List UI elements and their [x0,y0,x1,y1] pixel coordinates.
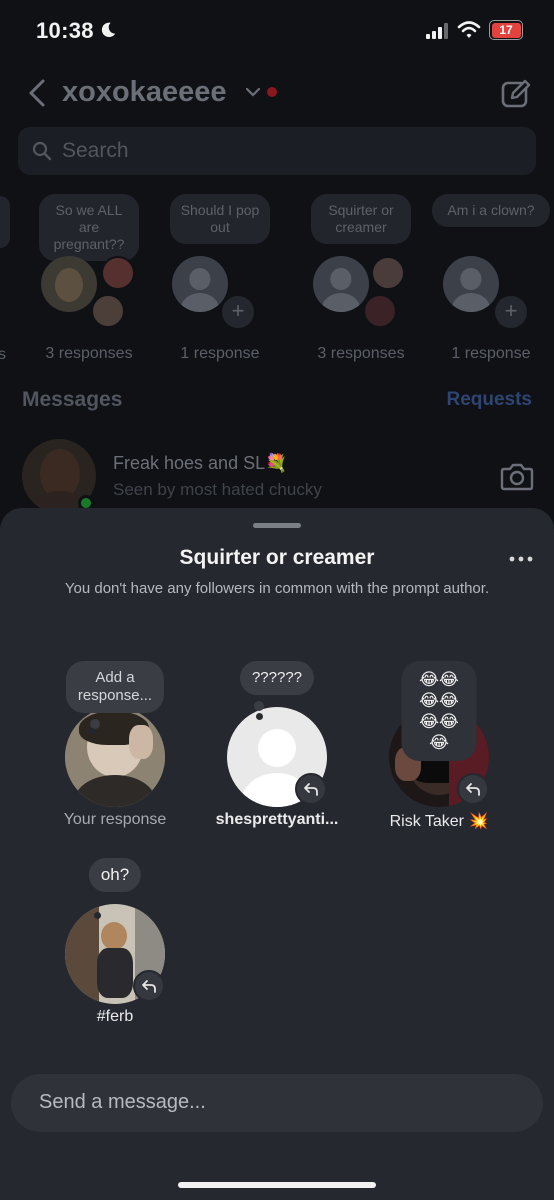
reply-icon [466,783,480,796]
add-response-icon[interactable]: + [220,294,256,330]
messages-heading: Messages [22,388,123,411]
chat-row[interactable]: Freak hoes and SL💐 Seen by most hated ch… [0,435,554,515]
response-thumb [101,256,135,290]
search-bar[interactable]: Search [18,127,536,175]
prompt-card[interactable]: Should I pop out + 1 response [150,194,290,369]
compose-icon[interactable] [500,78,532,110]
add-response-icon[interactable]: + [493,294,529,330]
reply-badge[interactable] [133,970,165,1002]
prompt-response-count: 3 responses [317,345,405,362]
response-item[interactable]: 😂😂😂😂 😂😂😂 Risk Taker 💥 [364,661,514,841]
chat-subtitle: Seen by most hated chucky [113,480,322,499]
chat-title: Freak hoes and SL💐 [113,453,288,473]
response-item[interactable]: ?????? shesprettyanti... [202,661,352,841]
add-response-bubble[interactable]: Add a response... [65,661,165,713]
bubble-tail [254,701,264,711]
battery-icon: 17 [489,20,523,40]
signal-icon [426,23,448,39]
status-bar: 10:38 17 [0,0,554,62]
bubble-tail-dot [94,912,101,919]
response-avatar [41,256,97,312]
your-response[interactable]: Add a response... Your response [40,661,190,841]
response-thumb [91,294,125,328]
bubble-tail-dot [89,728,96,735]
message-input[interactable]: Send a message... [39,1091,206,1114]
your-avatar [65,707,165,807]
response-name: #ferb [96,1008,134,1025]
response-name: shesprettyanti... [215,811,339,828]
wifi-icon [457,21,481,38]
moon-icon [101,22,116,38]
status-time: 10:38 [36,18,94,43]
reply-icon [304,783,318,796]
response-name: Risk Taker 💥 [389,813,489,830]
send-message-bar[interactable]: Send a message... [11,1074,543,1132]
prompt-card[interactable]: So we ALL are pregnant?? 3 responses [19,194,159,369]
response-thumb [371,256,405,290]
chevron-down-icon[interactable] [245,86,261,98]
prompt-response-count: 1 response [451,345,531,362]
prompt-card[interactable]: Am i a clown? + 1 response [421,194,554,369]
prompt-card[interactable]: Squirter or creamer 3 responses [291,194,431,369]
prompt-bubble: Squirter or creamer [311,194,411,244]
response-bubble: ?????? [239,661,315,695]
bubble-tail-dot [256,713,263,720]
reply-icon [142,980,156,993]
search-input[interactable]: Search [62,139,129,163]
prompt-count-edge: s [0,346,6,363]
bubble-tail-dot [392,721,399,728]
more-options-icon[interactable] [509,555,533,563]
default-avatar [172,256,228,312]
prompt-card-edge[interactable] [0,196,10,248]
reply-badge[interactable] [295,773,327,805]
home-indicator[interactable] [178,1182,376,1188]
response-bubble: oh? [88,858,142,892]
prompt-bubble: Am i a clown? [432,194,550,227]
default-avatar [443,256,499,312]
battery-level: 17 [499,23,513,37]
sheet-grabber[interactable] [253,523,301,528]
response-name: Your response [63,811,167,828]
prompt-response-count: 3 responses [45,345,133,362]
sheet-subtitle: You don't have any followers in common w… [64,580,490,597]
response-bubble: 😂😂😂😂 😂😂😂 [401,661,477,761]
prompt-bubble: So we ALL are pregnant?? [39,194,139,261]
prompt-response-count: 1 response [180,345,260,362]
back-chevron-icon[interactable] [26,78,48,108]
reply-badge[interactable] [457,773,489,805]
sheet-title: Squirter or creamer [179,546,375,569]
account-name[interactable]: xoxokaeeee [62,76,226,109]
search-icon [32,141,52,161]
requests-link[interactable]: Requests [446,389,532,411]
default-avatar [313,256,369,312]
prompt-bubble: Should I pop out [170,194,270,244]
notification-dot [267,87,277,97]
response-item[interactable]: oh? #ferb [40,858,190,1038]
response-thumb [363,294,397,328]
camera-icon[interactable] [500,461,534,491]
